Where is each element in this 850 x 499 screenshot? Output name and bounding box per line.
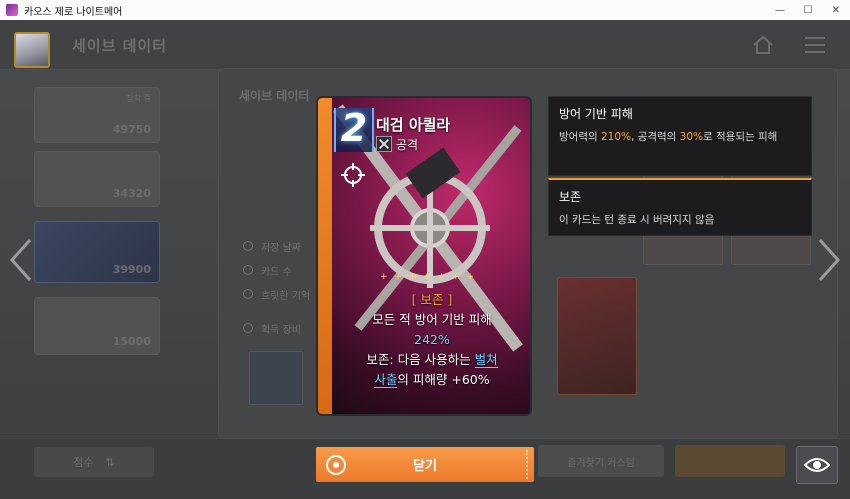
eye-icon — [804, 458, 830, 472]
tooltip-text: 방어력의 — [559, 131, 601, 143]
app-icon — [6, 4, 18, 16]
window-title: 카오스 제로 나이트메어 — [24, 6, 123, 18]
tooltip-body: 방어력의 210%, 공격력의 30%로 적용되는 피해 — [559, 129, 801, 145]
bonus-value: +60% — [451, 372, 490, 387]
tooltip-value: 210% — [600, 131, 632, 143]
favorite-custom-label: 즐겨찾기 커스텀 — [567, 457, 635, 469]
confirm-circle-icon — [326, 455, 346, 475]
slot-score: 49750 — [112, 123, 151, 136]
favorite-custom-button[interactable]: 즐겨찾기 커스텀 — [538, 445, 664, 477]
info-row: 저장 날짜 — [243, 234, 310, 258]
sort-button[interactable]: 점수 ⇅ — [34, 447, 154, 477]
equip-icon — [243, 323, 253, 333]
card-side-strip — [318, 98, 332, 414]
linked-card-name[interactable]: 벌쳐 — [474, 352, 498, 368]
top-bar: 세이브 데이터 — [0, 20, 850, 70]
slot-score: 15000 — [112, 335, 151, 348]
info-label: 흐릿한 기억 — [261, 290, 311, 302]
info-label: 획득 장비 — [261, 324, 301, 336]
card-name: 대검 아퀼라 — [376, 116, 451, 134]
description-text: 의 피해량 — [397, 372, 452, 387]
info-row: 흐릿한 기억 — [243, 282, 310, 306]
card-icon — [243, 265, 253, 275]
panel-title: 세이브 데이터 — [239, 89, 310, 103]
close-window-button[interactable]: ✕ — [822, 0, 850, 20]
close-button-label: 닫기 — [413, 459, 437, 474]
info-label: 저장 날짜 — [261, 242, 301, 254]
target-icon — [341, 163, 365, 187]
card-type: 공격 — [396, 138, 419, 152]
slot-status: 장착 중 — [126, 94, 151, 103]
minimize-button[interactable]: — — [766, 0, 794, 20]
next-arrow-icon[interactable] — [816, 238, 842, 282]
memory-icon — [243, 289, 253, 299]
info-row: 카드 수 — [243, 258, 310, 282]
window-controls: — ☐ ✕ — [766, 0, 850, 20]
sort-order-icon: ⇅ — [105, 455, 115, 469]
save-slot-list: 장착 중 49750 34320 39900 15000 — [28, 75, 173, 375]
tooltip-body: 이 카드는 턴 종료 시 버려지지 않음 — [559, 214, 715, 226]
tooltip-preserve: 보존 이 카드는 턴 종료 시 버려지지 않음 — [548, 178, 812, 236]
download-button[interactable] — [675, 445, 785, 477]
attack-type-icon — [376, 136, 392, 152]
keyword-preserve: [ 보존 ] — [411, 292, 453, 307]
save-slot[interactable]: 15000 — [34, 297, 160, 355]
info-row: 획득 장비 — [243, 316, 310, 340]
save-info: 저장 날짜 카드 수 흐릿한 기억 획득 장비 — [243, 234, 310, 340]
view-toggle-button[interactable] — [796, 446, 838, 484]
info-label: 카드 수 — [261, 266, 292, 278]
save-slot[interactable]: 39900 — [34, 221, 160, 283]
description-text: 보존: 다음 사용하는 — [366, 352, 475, 367]
card-cost: 2 — [340, 106, 368, 150]
deck-card[interactable] — [557, 277, 637, 395]
tooltip-text: , 공격력의 — [631, 131, 680, 143]
maximize-button[interactable]: ☐ — [794, 0, 822, 20]
save-slot[interactable]: 34320 — [34, 151, 160, 207]
card-detail: 2 대검 아퀼라 공격 + + + ✦ + + + [ 보존 ] 모든 적 방어… — [316, 96, 532, 416]
window-titlebar: 카오스 제로 나이트메어 — ☐ ✕ — [0, 0, 850, 20]
damage-value: 242% — [414, 332, 450, 347]
slot-score: 39900 — [112, 263, 151, 276]
linked-card-name[interactable]: 사출 — [374, 372, 398, 388]
previous-arrow-icon[interactable] — [8, 238, 34, 282]
page-title: 세이브 데이터 — [72, 37, 168, 55]
avatar[interactable] — [14, 32, 50, 68]
tooltip-defense-damage: 방어 기반 피해 방어력의 210%, 공격력의 30%로 적용되는 피해 — [548, 96, 812, 176]
close-button[interactable]: 닫기 — [316, 447, 534, 482]
equipment-thumbnail[interactable] — [249, 351, 303, 405]
menu-icon[interactable] — [804, 36, 826, 54]
button-edge-decoration — [526, 450, 528, 479]
tooltip-title: 보존 — [559, 190, 582, 204]
card-description: [ 보존 ] 모든 적 방어 기반 피해 242% 보존: 다음 사용하는 벌쳐… — [334, 290, 530, 390]
tooltip-text: 로 적용되는 피해 — [703, 131, 778, 143]
save-slot[interactable]: 장착 중 49750 — [34, 87, 160, 143]
description-line: 모든 적 방어 기반 피해 — [372, 312, 492, 327]
clock-icon — [243, 241, 253, 251]
home-icon[interactable] — [752, 34, 774, 56]
tooltip-title: 방어 기반 피해 — [559, 107, 633, 121]
tooltip-value: 30% — [679, 131, 704, 143]
sparkle-divider: + + + ✦ + + + — [380, 272, 476, 282]
sort-label: 점수 — [73, 456, 94, 469]
slot-score: 34320 — [112, 187, 151, 200]
